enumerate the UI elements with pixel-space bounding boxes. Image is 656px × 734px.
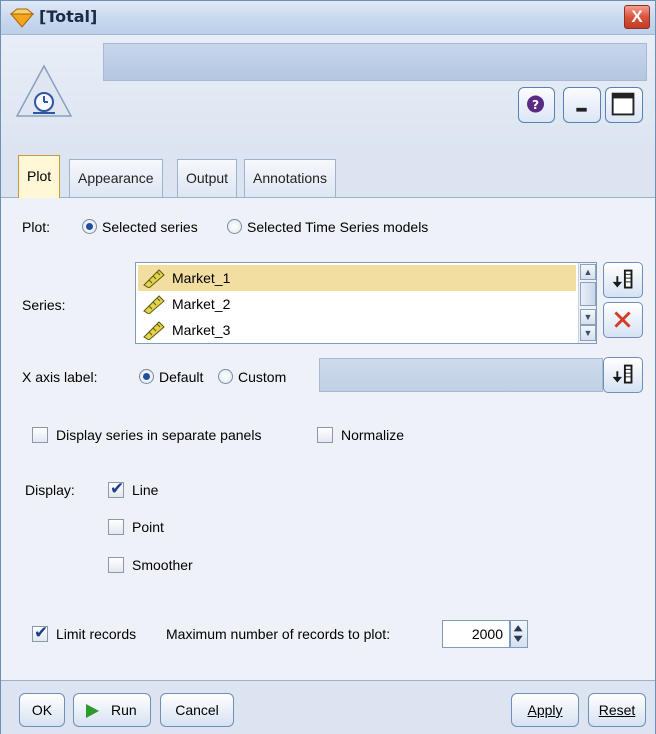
- svg-text:?: ?: [532, 98, 539, 112]
- minimize-icon: [576, 107, 587, 112]
- scroll-down-icon[interactable]: ▼: [580, 309, 596, 325]
- radio-x-default[interactable]: [139, 369, 154, 384]
- max-records-input[interactable]: 2000: [442, 620, 510, 648]
- ruler-icon: [143, 269, 165, 288]
- radio-x-custom[interactable]: [218, 369, 233, 384]
- max-records-value: 2000: [471, 626, 503, 642]
- checkbox-separate-panels[interactable]: [32, 427, 48, 443]
- max-records-label: Maximum number of records to plot:: [166, 626, 391, 642]
- help-icon: ?: [527, 95, 545, 113]
- checkbox-limit-records[interactable]: [32, 623, 48, 643]
- custom-x-label-input[interactable]: [319, 358, 603, 392]
- checkbox-smoother[interactable]: [108, 557, 124, 573]
- tab-appearance[interactable]: Appearance: [69, 159, 163, 197]
- ok-button[interactable]: OK: [19, 693, 65, 727]
- cancel-button[interactable]: Cancel: [160, 693, 234, 727]
- checkbox-normalize-label[interactable]: Normalize: [341, 427, 404, 443]
- series-scrollbar[interactable]: ▲ ▼ ▼: [578, 263, 596, 343]
- checkbox-smoother-label[interactable]: Smoother: [132, 557, 193, 573]
- close-button[interactable]: X: [624, 5, 650, 29]
- tab-bar: Plot Appearance Output Annotations: [1, 144, 655, 198]
- time-plot-node-icon: [15, 64, 73, 117]
- radio-selected-models-label[interactable]: Selected Time Series models: [247, 219, 428, 235]
- run-arrow-icon: [86, 704, 99, 718]
- radio-selected-series[interactable]: [82, 219, 97, 234]
- x-axis-label: X axis label:: [22, 369, 98, 385]
- tab-plot[interactable]: Plot: [18, 155, 61, 198]
- x-label-picker-button[interactable]: [603, 357, 643, 393]
- reset-button[interactable]: Reset: [588, 693, 646, 727]
- series-list[interactable]: Market_1 Market_2 Market_3 ▲ ▼ ▼: [135, 262, 597, 344]
- help-button[interactable]: ?: [518, 87, 555, 123]
- node-diamond-icon: [9, 8, 35, 28]
- radio-selected-models[interactable]: [227, 219, 242, 234]
- scroll-up-icon[interactable]: ▲: [580, 264, 596, 280]
- run-button[interactable]: Run: [73, 693, 151, 727]
- node-name-field[interactable]: [103, 43, 647, 81]
- checkbox-line-label[interactable]: Line: [132, 482, 158, 498]
- dialog-window: [Total] X ? Plot Appearance Output Annot…: [0, 0, 656, 734]
- checkbox-separate-panels-label[interactable]: Display series in separate panels: [56, 427, 261, 443]
- plot-label: Plot:: [22, 219, 51, 235]
- series-item-label: Market_1: [172, 270, 231, 286]
- scroll-end-icon[interactable]: ▼: [580, 325, 596, 341]
- series-item-market-2[interactable]: Market_2: [138, 291, 576, 317]
- checkbox-point[interactable]: [108, 519, 124, 535]
- maximize-button[interactable]: [605, 87, 643, 123]
- series-item-market-1[interactable]: Market_1: [138, 265, 576, 291]
- node-header: ?: [1, 36, 655, 144]
- spinner-arrows-icon: [513, 625, 523, 642]
- radio-x-custom-label[interactable]: Custom: [238, 369, 286, 385]
- checkbox-normalize[interactable]: [317, 427, 333, 443]
- delete-x-icon: [614, 311, 631, 328]
- radio-selected-series-label[interactable]: Selected series: [102, 219, 198, 235]
- tab-output[interactable]: Output: [177, 159, 238, 197]
- display-label: Display:: [25, 482, 75, 498]
- plot-tab-content: Plot: Selected series Selected Time Seri…: [1, 198, 655, 680]
- field-picker-icon: [612, 364, 633, 384]
- scroll-thumb[interactable]: [580, 282, 596, 306]
- ruler-icon: [143, 295, 165, 314]
- checkbox-point-label[interactable]: Point: [132, 519, 164, 535]
- series-item-label: Market_3: [172, 322, 231, 338]
- ruler-icon: [143, 321, 165, 340]
- radio-x-default-label[interactable]: Default: [159, 369, 203, 385]
- field-picker-icon: [612, 269, 633, 289]
- close-icon: X: [631, 7, 643, 26]
- dialog-footer: OK Run Cancel Apply Reset: [1, 680, 655, 734]
- checkbox-limit-records-label[interactable]: Limit records: [56, 626, 136, 642]
- apply-button[interactable]: Apply: [511, 693, 579, 727]
- window-title: [Total]: [39, 7, 98, 26]
- run-button-label: Run: [111, 702, 137, 718]
- series-item-label: Market_2: [172, 296, 231, 312]
- checkbox-line[interactable]: [108, 479, 124, 499]
- remove-series-button[interactable]: [603, 302, 643, 338]
- series-item-market-3[interactable]: Market_3: [138, 317, 576, 343]
- maximize-icon: [611, 92, 635, 116]
- max-records-spinner[interactable]: [510, 620, 528, 648]
- pick-fields-button[interactable]: [603, 262, 643, 298]
- tab-annotations[interactable]: Annotations: [244, 159, 336, 197]
- minimize-button[interactable]: [563, 87, 601, 123]
- title-bar[interactable]: [Total] X: [1, 1, 655, 35]
- series-label: Series:: [22, 297, 66, 313]
